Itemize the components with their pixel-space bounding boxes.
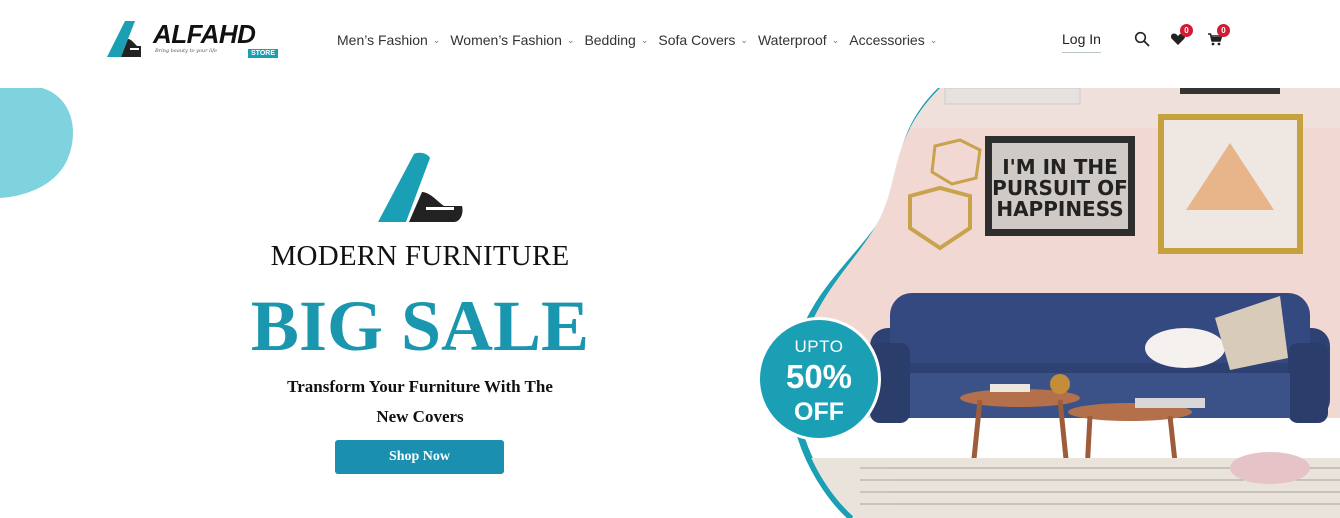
nav-item-waterproof[interactable]: Waterproof ⌄ bbox=[758, 30, 839, 50]
nav-item-accessories[interactable]: Accessories ⌄ bbox=[849, 30, 937, 50]
promo-top-text: UPTO bbox=[794, 337, 844, 356]
poster-text-line: HAPPINESS bbox=[996, 197, 1123, 221]
promo-off-text: OFF bbox=[794, 398, 844, 426]
search-button[interactable] bbox=[1134, 31, 1150, 47]
site-header: ALFAHD Bring beauty to your life STORE M… bbox=[0, 0, 1340, 88]
cart-count-badge: 0 bbox=[1217, 24, 1230, 37]
nav-item-label: Accessories bbox=[849, 32, 925, 48]
nav-item-label: Bedding bbox=[584, 32, 636, 48]
hero-image-area: I'M IN THE PURSUIT OF HAPPINESS UPTO 50%… bbox=[740, 88, 1340, 518]
hero-title: BIG SALE bbox=[250, 286, 590, 366]
nav-item-womens-fashion[interactable]: Women’s Fashion ⌄ bbox=[450, 30, 574, 50]
nav-item-label: Waterproof bbox=[757, 32, 827, 48]
nav-item-bedding[interactable]: Bedding ⌄ bbox=[584, 30, 648, 50]
chevron-down-icon: ⌄ bbox=[566, 34, 575, 45]
chevron-down-icon: ⌄ bbox=[432, 34, 441, 45]
nav-item-label: Sofa Covers bbox=[658, 32, 736, 48]
brand-logo[interactable]: ALFAHD Bring beauty to your life STORE bbox=[105, 18, 280, 60]
hero-subtitle: MODERN FURNITURE bbox=[270, 240, 570, 272]
brand-emblem-icon bbox=[378, 152, 463, 222]
nav-item-label: Men’s Fashion bbox=[337, 32, 428, 48]
hero-banner: MODERN FURNITURE BIG SALE Transform Your… bbox=[0, 88, 1340, 518]
logo-emblem-icon bbox=[107, 21, 141, 57]
chevron-down-icon: ⌄ bbox=[831, 34, 840, 45]
hero-description-line: New Covers bbox=[376, 407, 464, 426]
chevron-down-icon: ⌄ bbox=[740, 34, 748, 45]
chevron-down-icon: ⌄ bbox=[640, 34, 649, 45]
promo-percent-text: 50% bbox=[785, 358, 853, 395]
decorative-blob bbox=[0, 88, 73, 198]
brand-name: ALFAHD bbox=[153, 19, 256, 49]
wishlist-button[interactable]: 0 bbox=[1170, 24, 1193, 47]
wishlist-count-badge: 0 bbox=[1180, 24, 1193, 37]
hero-content: MODERN FURNITURE BIG SALE Transform Your… bbox=[210, 88, 630, 518]
nav-item-mens-fashion[interactable]: Men’s Fashion ⌄ bbox=[337, 30, 440, 50]
brand-store-label: STORE bbox=[248, 49, 278, 58]
nav-item-label: Women’s Fashion bbox=[450, 32, 562, 48]
promo-badge: UPTO 50% OFF bbox=[757, 317, 881, 441]
main-nav: Men’s Fashion ⌄ Women’s Fashion ⌄ Beddin… bbox=[337, 30, 947, 50]
hero-description-line: Transform Your Furniture With The bbox=[287, 377, 553, 396]
search-icon bbox=[1134, 31, 1150, 47]
living-room-image: I'M IN THE PURSUIT OF HAPPINESS bbox=[789, 88, 1340, 518]
hero-description: Transform Your Furniture With The New Co… bbox=[240, 372, 600, 432]
cart-button[interactable]: 0 bbox=[1207, 24, 1230, 47]
nav-item-sofa-covers[interactable]: Sofa Covers ⌄ bbox=[658, 30, 748, 50]
login-link[interactable]: Log In bbox=[1062, 31, 1101, 53]
brand-tagline: Bring beauty to your life bbox=[155, 48, 218, 54]
shop-now-button[interactable]: Shop Now bbox=[335, 440, 504, 474]
chevron-down-icon: ⌄ bbox=[929, 34, 938, 45]
